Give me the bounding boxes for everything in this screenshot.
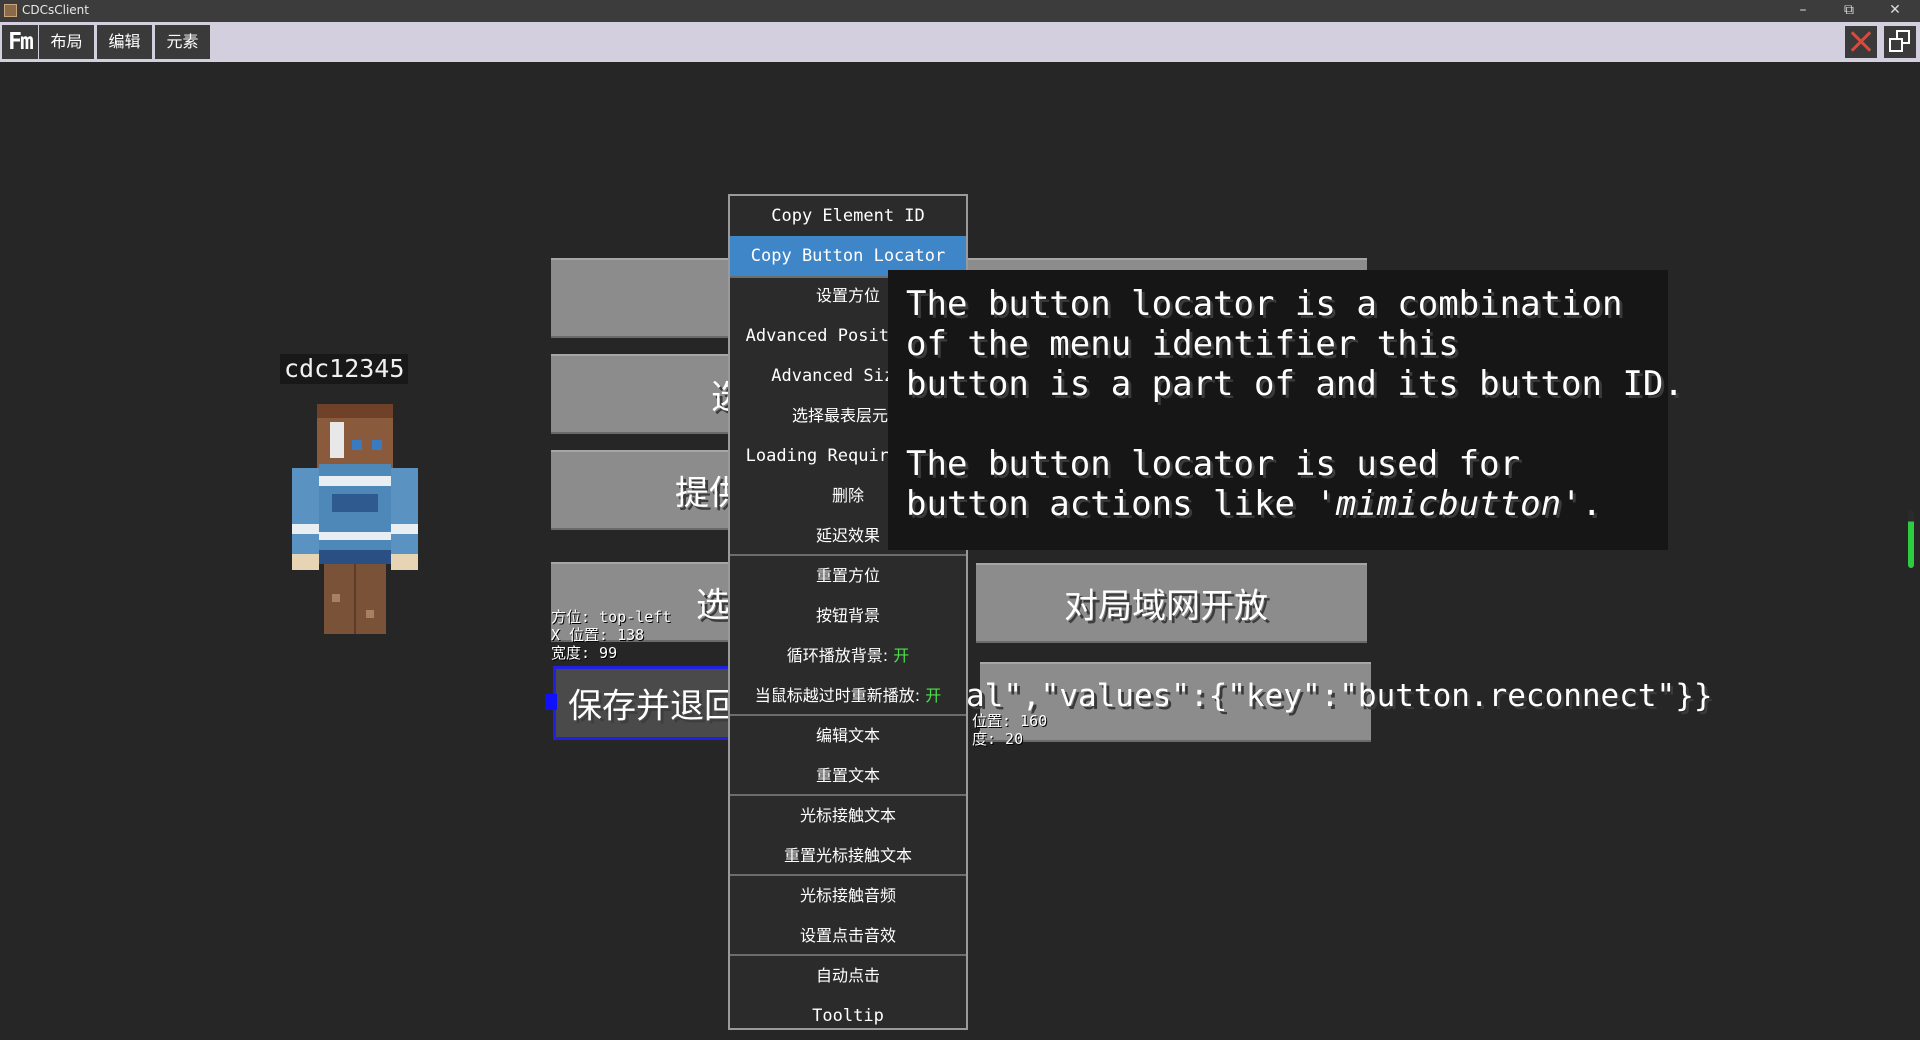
width-info: 宽度: 99 xyxy=(551,644,618,662)
open-to-lan-label: 对局域网开放 xyxy=(1064,586,1268,627)
tooltip: The button locator is a combination of t… xyxy=(888,270,1684,550)
element-info-right: 位置: 160 度: 20 xyxy=(972,712,1047,748)
context-menu-item[interactable]: 重置方位 xyxy=(730,556,966,596)
save-and-quit-button[interactable]: 保存并退回 xyxy=(553,666,733,740)
menu-element[interactable]: 元素 xyxy=(155,25,210,59)
window-mode-icon[interactable] xyxy=(1884,26,1916,58)
window-title: CDCsClient xyxy=(22,3,89,17)
tooltip-line: The button locator is a combination xyxy=(906,284,1623,324)
menu-button-2[interactable]: 选 xyxy=(551,354,731,434)
element-info-left: 方位: top-left X 位置: 138 宽度: 99 xyxy=(551,608,671,662)
anchor-info: 方位: top-left xyxy=(551,608,672,626)
tooltip-line: The button locator is used for xyxy=(906,444,1521,484)
tooltip-line: button actions like 'mimicbutton'. xyxy=(906,484,1602,524)
menu-separator xyxy=(730,714,966,716)
button-locator-text: al","values":{"key":"button.reconnect"}} xyxy=(966,678,1713,714)
tooltip-line: of the menu identifier this xyxy=(906,324,1459,364)
context-menu-item[interactable]: 编辑文本 xyxy=(730,716,966,756)
context-menu-item[interactable]: Copy Element ID xyxy=(730,196,966,236)
menu-layout[interactable]: 布局 xyxy=(39,25,94,59)
resize-handle-left[interactable] xyxy=(545,694,557,710)
context-menu-item[interactable]: Tooltip xyxy=(730,996,966,1028)
tooltip-line: button is a part of and its button ID. xyxy=(906,364,1684,404)
open-to-lan-button[interactable]: 对局域网开放 xyxy=(976,563,1367,643)
scroll-indicator[interactable] xyxy=(1908,510,1914,568)
fm-logo-button[interactable]: Fm xyxy=(2,25,38,59)
context-menu-item[interactable]: 设置点击音效 xyxy=(730,916,966,956)
menu-button-4-label: 选 xyxy=(696,585,730,626)
menu-separator xyxy=(730,874,966,876)
context-menu-item[interactable]: 光标接触音频 xyxy=(730,876,966,916)
minimize-button[interactable]: – xyxy=(1780,0,1826,22)
player-skin xyxy=(292,404,422,634)
menu-button-3[interactable]: 提供 xyxy=(551,450,731,530)
x-position-info: X 位置: 138 xyxy=(551,626,645,644)
height-info: 度: 20 xyxy=(972,730,1024,748)
restore-button[interactable]: ⧉ xyxy=(1826,0,1872,22)
window-title-bar: CDCsClient – ⧉ ✕ xyxy=(0,0,1920,22)
context-menu-item[interactable]: 自动点击 xyxy=(730,956,966,996)
context-menu-item[interactable]: 重置光标接触文本 xyxy=(730,836,966,876)
menu-separator xyxy=(730,554,966,556)
toggle-state: 开 xyxy=(893,646,910,665)
window-close-button[interactable]: ✕ xyxy=(1872,0,1918,22)
y-position-info: 位置: 160 xyxy=(972,712,1048,730)
context-menu-item[interactable]: 当鼠标越过时重新播放: 开 xyxy=(730,676,966,716)
context-menu-item[interactable]: 按钮背景 xyxy=(730,596,966,636)
menu-separator xyxy=(730,794,966,796)
context-menu-item[interactable]: 循环播放背景: 开 xyxy=(730,636,966,676)
menu-button-3-label: 提供 xyxy=(675,473,731,514)
save-and-quit-label: 保存并退回 xyxy=(568,686,733,727)
toggle-state: 开 xyxy=(925,686,942,705)
menu-edit[interactable]: 编辑 xyxy=(97,25,152,59)
context-menu-item[interactable]: 光标接触文本 xyxy=(730,796,966,836)
context-menu-item[interactable]: 重置文本 xyxy=(730,756,966,796)
player-name-tag: cdc12345 xyxy=(280,354,409,384)
menu-separator xyxy=(730,954,966,956)
editor-toolbar: Fm 布局 编辑 元素 xyxy=(0,22,1920,62)
close-editor-icon[interactable] xyxy=(1845,26,1877,58)
app-icon xyxy=(4,4,17,17)
